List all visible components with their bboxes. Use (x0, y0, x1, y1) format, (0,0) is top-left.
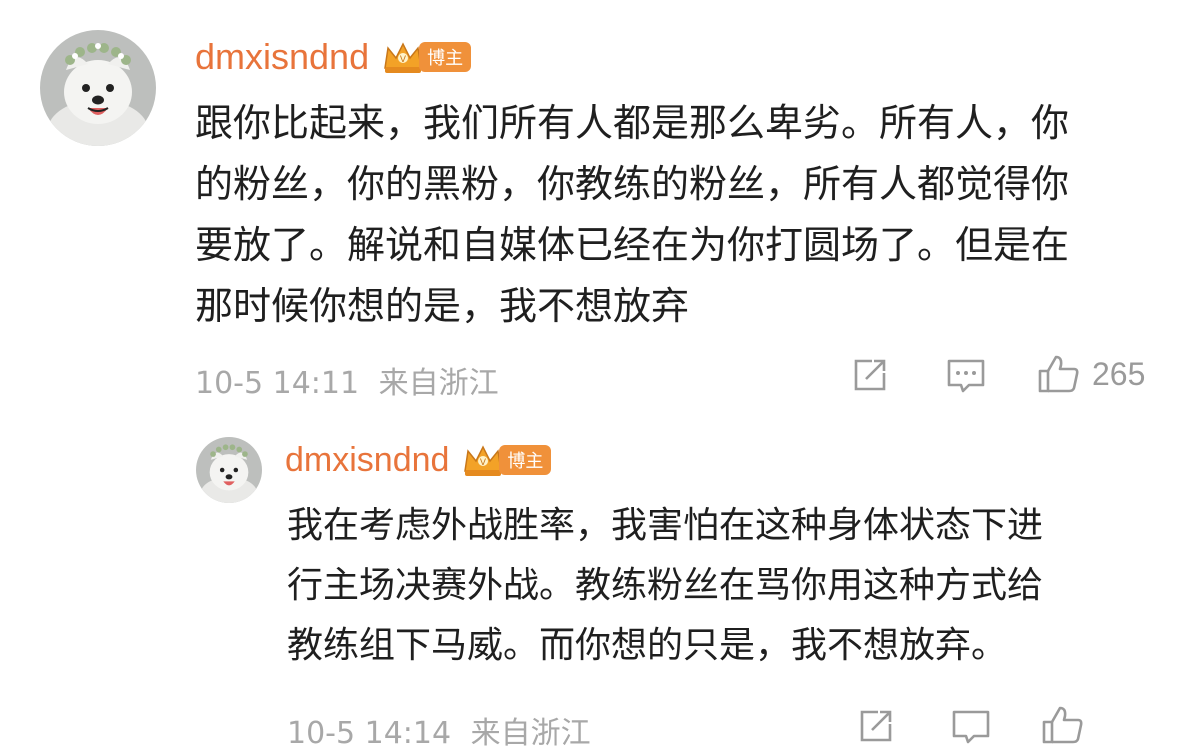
thumbs-up-icon (1038, 355, 1079, 393)
comment-icon (952, 710, 990, 744)
reply-item: dmxisndnd V 博主 我在考虑外战胜率，我害怕在这种身体状态下进 行主场… (0, 420, 1200, 751)
badge-label: 博主 (499, 445, 552, 475)
share-icon (860, 710, 892, 742)
like-count: 265 (1092, 355, 1146, 392)
avatar[interactable] (40, 30, 156, 146)
reply-text: 我在考虑外战胜率，我害怕在这种身体状态下进 行主场决赛外战。教练粉丝在骂你用这种… (287, 508, 1043, 664)
timestamp: 10-5 14:11 (195, 366, 360, 401)
svg-text:V: V (400, 55, 407, 65)
comment-button[interactable] (945, 355, 987, 395)
share-button[interactable] (856, 706, 896, 746)
reply-meta: 10-5 14:14 来自浙江 (287, 708, 591, 752)
username-row: dmxisndnd V 博主 (195, 36, 472, 78)
comment-text: 跟你比起来，我们所有人都是那么卑劣。所有人，你 的粉丝，你的黑粉，你教练的粉丝，… (195, 104, 1069, 325)
like-button[interactable]: 265 (1036, 353, 1145, 395)
location: 来自浙江 (470, 716, 591, 751)
username[interactable]: dmxisndnd (195, 36, 369, 78)
comment-meta: 10-5 14:11 来自浙江 (195, 358, 499, 402)
comment-button[interactable] (950, 706, 992, 746)
thumbs-up-icon (1042, 706, 1083, 744)
reply-line: 教练组下马威。而你想的只是，我不想放弃。 (287, 625, 1008, 666)
badge-label: 博主 (419, 42, 472, 72)
reply-line: 行主场决赛外战。教练粉丝在骂你用这种方式给 (287, 565, 1044, 606)
blogger-badge: V 博主 (381, 38, 472, 76)
share-icon (854, 359, 886, 391)
comment-icon (947, 359, 985, 393)
svg-text:V: V (480, 458, 487, 468)
like-button[interactable] (1040, 704, 1086, 746)
comment-item: dmxisndnd V 博主 跟你比起来，我们所有人都是那么卑劣。所有人，你 的… (0, 0, 1200, 420)
share-button[interactable] (850, 355, 890, 395)
comment-line: 的粉丝，你的黑粉，你教练的粉丝，所有人都觉得你 (195, 162, 1070, 206)
username[interactable]: dmxisndnd (285, 441, 449, 480)
samoyed-dog-avatar (40, 30, 156, 146)
comment-line: 那时候你想的是，我不想放弃 (195, 284, 690, 328)
username-row: dmxisndnd V 博主 (285, 440, 552, 480)
timestamp: 10-5 14:14 (287, 716, 452, 751)
avatar[interactable] (196, 437, 262, 503)
comment-line: 跟你比起来，我们所有人都是那么卑劣。所有人，你 (195, 101, 1070, 145)
location: 来自浙江 (378, 366, 499, 401)
blogger-badge: V 博主 (461, 441, 552, 479)
comment-line: 要放了。解说和自媒体已经在为你打圆场了。但是在 (195, 223, 1070, 267)
samoyed-dog-avatar (196, 437, 262, 503)
reply-line: 我在考虑外战胜率，我害怕在这种身体状态下进 (287, 505, 1044, 546)
